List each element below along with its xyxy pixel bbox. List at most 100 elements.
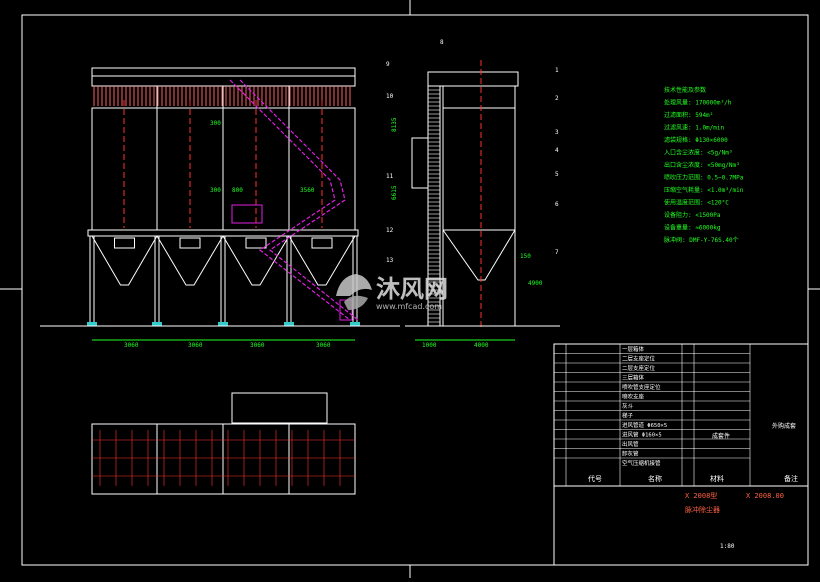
technical-specs: 技术性能及参数处理风量: 170000m³/h 过滤面积: 594m² 过滤风速: … — [664, 86, 744, 244]
filter-bag-tubes — [93, 86, 351, 228]
callout-3: 11 — [386, 173, 394, 180]
watermark-url: www.mfcad.com — [376, 302, 442, 311]
spec-line: 过滤风速: 1.0m/min — [664, 124, 725, 132]
hopper-door — [114, 237, 135, 249]
callout-5: 13 — [386, 257, 394, 264]
side-casing — [442, 107, 516, 231]
access-ladder — [229, 79, 359, 321]
callout-6: 1 — [555, 67, 559, 74]
bom-item-name: 梯子 — [622, 412, 634, 420]
dim-3560: 3560 — [300, 187, 315, 194]
callout-4: 12 — [386, 227, 394, 234]
dim-width-3: 3060 — [250, 342, 265, 349]
bom-item-name: 二层支座定位 — [622, 355, 656, 363]
side-top-box — [427, 71, 519, 87]
hopper-door — [311, 237, 333, 249]
hoppers — [87, 235, 360, 326]
hopper — [288, 235, 356, 286]
bom-item-name: 二层支座定位 — [622, 364, 656, 372]
hopper — [91, 235, 158, 286]
title-scale: 1:80 — [720, 543, 735, 550]
callout-7: 2 — [555, 95, 559, 102]
spec-line: 使用温度范围: <120°C — [664, 199, 729, 207]
spec-line: 喷吹压力范围: 0.5~0.7MPa — [664, 174, 744, 182]
leg-base — [284, 322, 294, 326]
note-right: 外购成套 — [772, 422, 796, 430]
spec-line: 设备阻力: <1500Pa — [664, 211, 721, 219]
spec-line: 处理风量: 170000m³/h — [664, 99, 732, 107]
landing — [411, 137, 429, 189]
callout-9: 4 — [555, 147, 559, 154]
bom-item-name: 出风管 — [622, 440, 639, 448]
title-block-frame — [553, 343, 809, 566]
title-drawing-no: X 2008.00 — [746, 492, 784, 500]
callout-11: 6 — [555, 201, 559, 208]
hopper-door — [245, 237, 267, 249]
callout-1: 9 — [386, 61, 390, 68]
leg-base — [87, 322, 97, 326]
dim-300: 300 — [210, 120, 221, 127]
title-block: 一层箱体二层支座定位二层支座定位三层箱体喷吹管支座定位喷吹支座灰斗梯子进风管道 … — [553, 343, 809, 566]
side-blow-box — [442, 85, 516, 109]
plan-grid — [91, 424, 356, 494]
cad-drawing: 3060 3060 3060 3060 300 300 800 3560 100… — [0, 0, 820, 578]
spec-line: 设备重量: ≈6000kg — [664, 224, 721, 232]
dim-800: 800 — [232, 187, 243, 194]
bom-item-name: 空气压缩机接管 — [622, 459, 661, 467]
hopper-flange — [87, 229, 359, 237]
dim-width-1: 3060 — [124, 342, 139, 349]
spec-line: 过滤面积: 594m² — [664, 111, 713, 119]
hopper — [156, 235, 224, 286]
title-model: X 2008型 — [685, 491, 717, 500]
front-elevation-view: 3060 3060 3060 3060 300 300 800 3560 — [40, 67, 400, 349]
bom-item-name: 灰斗 — [622, 402, 634, 410]
bom-item-name: 进风管道 Φ650×5 — [622, 421, 667, 429]
callout-10: 5 — [555, 171, 559, 178]
watermark-logo — [336, 274, 372, 310]
bom-header-remark: 备注 — [784, 474, 798, 483]
bom-item-name: 喷吹支座 — [622, 393, 645, 401]
bom-item-name: 一层箱体 — [622, 345, 645, 353]
top-rail — [91, 67, 356, 77]
spec-line: 入口含尘浓度: <5g/Nm³ — [664, 149, 733, 157]
plan-top-box — [231, 392, 328, 424]
hopper-door — [179, 237, 201, 249]
callout-0: 8 — [440, 39, 444, 46]
note-mid: 成套件 — [712, 432, 730, 440]
watermark: 沐风网 www.mfcad.com — [336, 274, 448, 311]
bom-item-name: 喷吹管支座定位 — [622, 383, 661, 391]
side-dim-1: 1000 — [422, 342, 437, 349]
leg-base — [350, 322, 360, 326]
bom-table: 一层箱体二层支座定位二层支座定位三层箱体喷吹管支座定位喷吹支座灰斗梯子进风管道 … — [554, 343, 751, 486]
spec-line: 脉冲阀: DMF-Y-76S.40个 — [664, 236, 739, 244]
watermark-text: 沐风网 — [376, 275, 448, 303]
drawing-canvas: 3060 3060 3060 3060 300 300 800 3560 100… — [0, 0, 820, 578]
bom-header-code: 代号 — [588, 474, 602, 483]
dim-v1: 8135 — [391, 117, 398, 132]
dim-150: 150 — [520, 253, 531, 260]
side-hopper — [442, 229, 516, 281]
blow-pipe-row — [91, 75, 356, 87]
dim-300b: 300 — [210, 187, 221, 194]
bom-header-material: 材料 — [710, 474, 724, 483]
plan-view — [91, 392, 356, 495]
spec-line: 压缩空气耗量: <1.0m³/min — [664, 186, 744, 194]
dim-4900: 4900 — [528, 280, 543, 287]
callout-8: 3 — [555, 129, 559, 136]
dim-width-2: 3060 — [188, 342, 203, 349]
dim-width-4: 3060 — [316, 342, 331, 349]
bom-item-name: 三层箱体 — [622, 374, 645, 382]
leg-base — [218, 322, 228, 326]
dim-v2: 6615 — [391, 185, 398, 200]
bom-header-name: 名称 — [648, 474, 662, 483]
bom-item-name: 进风管 Φ160×5 — [622, 431, 662, 439]
title-product-name: 脉冲除尘器 — [685, 505, 720, 514]
spec-line: 滤袋规格: Φ130×6000 — [664, 136, 728, 144]
callout-2: 10 — [386, 93, 394, 100]
callout-12: 7 — [555, 249, 559, 256]
bom-item-name: 卸灰管 — [622, 450, 639, 458]
spec-line: 出口含尘浓度: <50mg/Nm³ — [664, 161, 740, 169]
spec-line: 技术性能及参数 — [664, 86, 706, 94]
leg-base — [152, 322, 162, 326]
side-dim-2: 4000 — [474, 342, 489, 349]
